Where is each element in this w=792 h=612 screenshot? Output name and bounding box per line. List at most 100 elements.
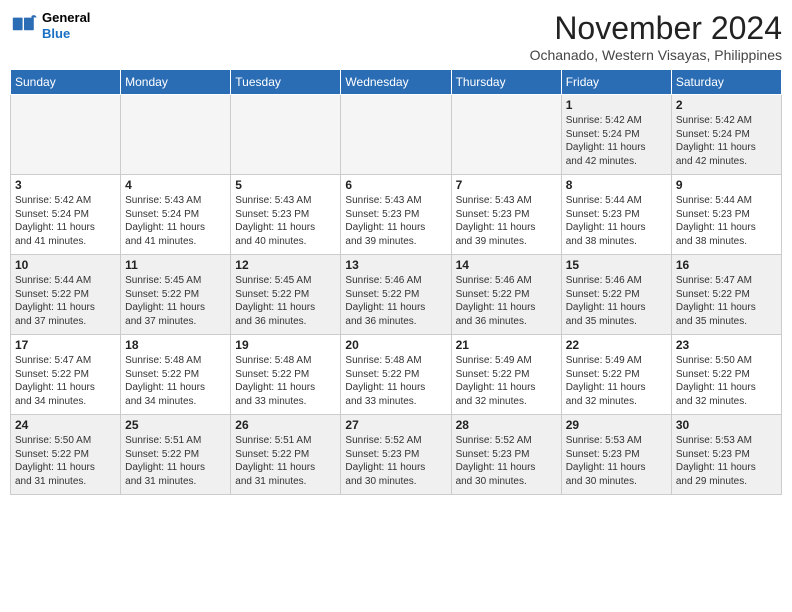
day-number: 4 xyxy=(125,178,226,192)
day-info: Sunrise: 5:52 AM Sunset: 5:23 PM Dayligh… xyxy=(345,434,446,488)
calendar-cell: 6 Sunrise: 5:43 AM Sunset: 5:23 PM Daylig… xyxy=(341,175,451,255)
day-number: 3 xyxy=(15,178,116,192)
week-row-5: 24Sunrise: 5:50 AM Sunset: 5:22 PM Dayli… xyxy=(11,415,782,495)
calendar-cell: 23 Sunrise: 5:50 AM Sunset: 5:22 PM Dayli… xyxy=(671,335,781,415)
day-info: Sunrise: 5:43 AM Sunset: 5:23 PM Dayligh… xyxy=(345,194,446,248)
weekday-sunday: Sunday xyxy=(11,70,121,95)
day-number: 25 xyxy=(125,418,226,432)
calendar-cell: 22 Sunrise: 5:49 AM Sunset: 5:22 PM Dayli… xyxy=(561,335,671,415)
calendar-cell: 16Sunrise: 5:47 AM Sunset: 5:22 PM Dayli… xyxy=(671,255,781,335)
day-info: Sunrise: 5:44 AM Sunset: 5:23 PM Dayligh… xyxy=(566,194,667,248)
day-info: Sunrise: 5:44 AM Sunset: 5:23 PM Dayligh… xyxy=(676,194,777,248)
day-number: 7 xyxy=(456,178,557,192)
week-row-2: 3 Sunrise: 5:42 AM Sunset: 5:24 PM Daylig… xyxy=(11,175,782,255)
day-info: Sunrise: 5:49 AM Sunset: 5:22 PM Dayligh… xyxy=(456,354,557,408)
calendar: SundayMondayTuesdayWednesdayThursdayFrid… xyxy=(10,69,782,495)
day-number: 2 xyxy=(676,98,777,112)
calendar-cell: 10 Sunrise: 5:44 AM Sunset: 5:22 PM Dayli… xyxy=(11,255,121,335)
day-info: Sunrise: 5:46 AM Sunset: 5:22 PM Dayligh… xyxy=(345,274,446,328)
calendar-cell: 27 Sunrise: 5:52 AM Sunset: 5:23 PM Dayli… xyxy=(341,415,451,495)
calendar-cell xyxy=(11,95,121,175)
day-info: Sunrise: 5:42 AM Sunset: 5:24 PM Dayligh… xyxy=(15,194,116,248)
calendar-cell: 14 Sunrise: 5:46 AM Sunset: 5:22 PM Dayli… xyxy=(451,255,561,335)
day-info: Sunrise: 5:49 AM Sunset: 5:22 PM Dayligh… xyxy=(566,354,667,408)
day-number: 16 xyxy=(676,258,777,272)
logo-line2: Blue xyxy=(42,26,90,42)
calendar-cell xyxy=(121,95,231,175)
calendar-cell: 8 Sunrise: 5:44 AM Sunset: 5:23 PM Daylig… xyxy=(561,175,671,255)
day-number: 13 xyxy=(345,258,446,272)
logo-icon xyxy=(10,12,38,40)
logo-text: General Blue xyxy=(42,10,90,41)
logo-line1: General xyxy=(42,10,90,26)
day-info: Sunrise: 5:42 AM Sunset: 5:24 PM Dayligh… xyxy=(566,114,667,168)
calendar-cell: 29Sunrise: 5:53 AM Sunset: 5:23 PM Dayli… xyxy=(561,415,671,495)
title-area: November 2024 Ochanado, Western Visayas,… xyxy=(530,10,782,63)
day-number: 10 xyxy=(15,258,116,272)
calendar-cell: 30 Sunrise: 5:53 AM Sunset: 5:23 PM Dayli… xyxy=(671,415,781,495)
calendar-cell: 28 Sunrise: 5:52 AM Sunset: 5:23 PM Dayli… xyxy=(451,415,561,495)
calendar-cell: 24Sunrise: 5:50 AM Sunset: 5:22 PM Dayli… xyxy=(11,415,121,495)
day-info: Sunrise: 5:43 AM Sunset: 5:23 PM Dayligh… xyxy=(456,194,557,248)
location: Ochanado, Western Visayas, Philippines xyxy=(530,47,782,63)
day-info: Sunrise: 5:51 AM Sunset: 5:22 PM Dayligh… xyxy=(235,434,336,488)
calendar-cell: 15 Sunrise: 5:46 AM Sunset: 5:22 PM Dayli… xyxy=(561,255,671,335)
day-info: Sunrise: 5:43 AM Sunset: 5:24 PM Dayligh… xyxy=(125,194,226,248)
week-row-3: 10 Sunrise: 5:44 AM Sunset: 5:22 PM Dayli… xyxy=(11,255,782,335)
day-number: 26 xyxy=(235,418,336,432)
weekday-tuesday: Tuesday xyxy=(231,70,341,95)
calendar-cell: 21 Sunrise: 5:49 AM Sunset: 5:22 PM Dayli… xyxy=(451,335,561,415)
day-info: Sunrise: 5:44 AM Sunset: 5:22 PM Dayligh… xyxy=(15,274,116,328)
day-info: Sunrise: 5:48 AM Sunset: 5:22 PM Dayligh… xyxy=(125,354,226,408)
day-number: 30 xyxy=(676,418,777,432)
calendar-cell: 26 Sunrise: 5:51 AM Sunset: 5:22 PM Dayli… xyxy=(231,415,341,495)
day-info: Sunrise: 5:46 AM Sunset: 5:22 PM Dayligh… xyxy=(566,274,667,328)
day-number: 6 xyxy=(345,178,446,192)
logo: General Blue xyxy=(10,10,90,41)
day-number: 5 xyxy=(235,178,336,192)
week-row-4: 17Sunrise: 5:47 AM Sunset: 5:22 PM Dayli… xyxy=(11,335,782,415)
day-info: Sunrise: 5:52 AM Sunset: 5:23 PM Dayligh… xyxy=(456,434,557,488)
calendar-cell: 18Sunrise: 5:48 AM Sunset: 5:22 PM Dayli… xyxy=(121,335,231,415)
weekday-thursday: Thursday xyxy=(451,70,561,95)
day-number: 21 xyxy=(456,338,557,352)
calendar-cell xyxy=(341,95,451,175)
calendar-cell: 11 Sunrise: 5:45 AM Sunset: 5:22 PM Dayli… xyxy=(121,255,231,335)
day-number: 9 xyxy=(676,178,777,192)
calendar-cell: 17Sunrise: 5:47 AM Sunset: 5:22 PM Dayli… xyxy=(11,335,121,415)
weekday-monday: Monday xyxy=(121,70,231,95)
weekday-wednesday: Wednesday xyxy=(341,70,451,95)
day-number: 22 xyxy=(566,338,667,352)
day-info: Sunrise: 5:50 AM Sunset: 5:22 PM Dayligh… xyxy=(15,434,116,488)
day-number: 15 xyxy=(566,258,667,272)
calendar-cell: 2 Sunrise: 5:42 AM Sunset: 5:24 PM Daylig… xyxy=(671,95,781,175)
calendar-cell: 20Sunrise: 5:48 AM Sunset: 5:22 PM Dayli… xyxy=(341,335,451,415)
day-number: 23 xyxy=(676,338,777,352)
day-number: 19 xyxy=(235,338,336,352)
day-number: 27 xyxy=(345,418,446,432)
day-number: 28 xyxy=(456,418,557,432)
day-info: Sunrise: 5:53 AM Sunset: 5:23 PM Dayligh… xyxy=(676,434,777,488)
day-number: 11 xyxy=(125,258,226,272)
day-number: 14 xyxy=(456,258,557,272)
day-info: Sunrise: 5:50 AM Sunset: 5:22 PM Dayligh… xyxy=(676,354,777,408)
calendar-cell xyxy=(451,95,561,175)
calendar-cell: 3 Sunrise: 5:42 AM Sunset: 5:24 PM Daylig… xyxy=(11,175,121,255)
calendar-cell: 7 Sunrise: 5:43 AM Sunset: 5:23 PM Daylig… xyxy=(451,175,561,255)
calendar-cell: 1 Sunrise: 5:42 AM Sunset: 5:24 PM Daylig… xyxy=(561,95,671,175)
day-info: Sunrise: 5:46 AM Sunset: 5:22 PM Dayligh… xyxy=(456,274,557,328)
day-info: Sunrise: 5:48 AM Sunset: 5:22 PM Dayligh… xyxy=(345,354,446,408)
day-number: 12 xyxy=(235,258,336,272)
calendar-cell: 13 Sunrise: 5:46 AM Sunset: 5:22 PM Dayli… xyxy=(341,255,451,335)
calendar-cell: 4 Sunrise: 5:43 AM Sunset: 5:24 PM Daylig… xyxy=(121,175,231,255)
calendar-cell: 9 Sunrise: 5:44 AM Sunset: 5:23 PM Daylig… xyxy=(671,175,781,255)
day-info: Sunrise: 5:42 AM Sunset: 5:24 PM Dayligh… xyxy=(676,114,777,168)
page-header: General Blue November 2024 Ochanado, Wes… xyxy=(10,10,782,63)
day-number: 8 xyxy=(566,178,667,192)
calendar-cell xyxy=(231,95,341,175)
day-number: 1 xyxy=(566,98,667,112)
day-info: Sunrise: 5:45 AM Sunset: 5:22 PM Dayligh… xyxy=(125,274,226,328)
weekday-saturday: Saturday xyxy=(671,70,781,95)
month-year: November 2024 xyxy=(530,10,782,47)
day-number: 17 xyxy=(15,338,116,352)
